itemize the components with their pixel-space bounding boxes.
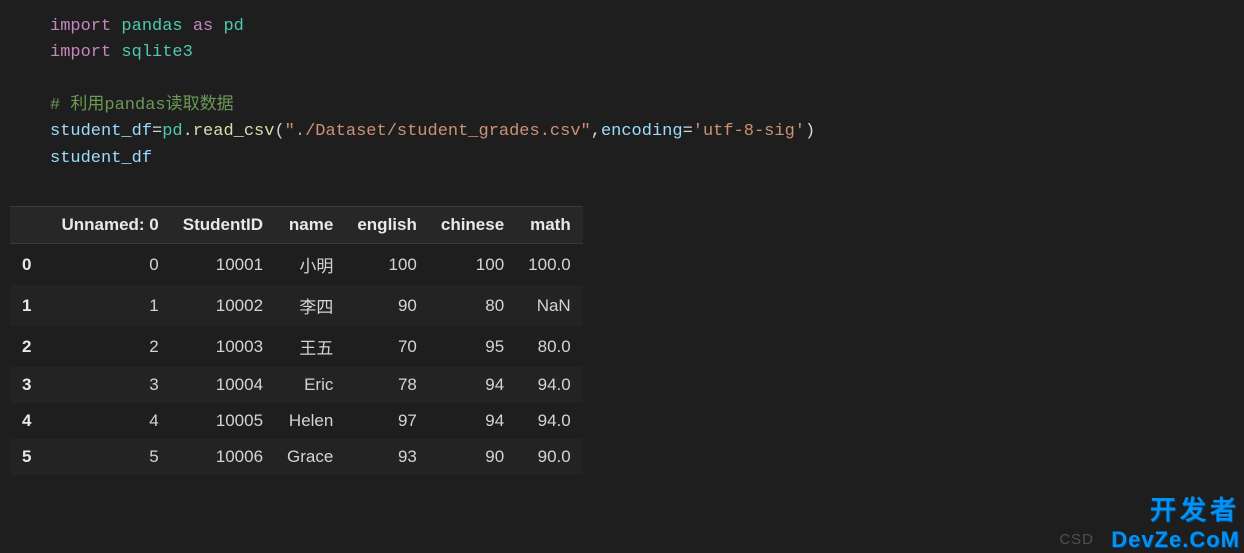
dataframe-table: Unnamed: 0 StudentID name english chines… [10,206,583,475]
cell: 80 [429,285,516,326]
keyword-import: import [50,17,111,36]
cell: 5 [49,439,170,475]
cell: 94 [429,403,516,439]
cell: 100 [345,244,429,286]
cell: 10003 [171,326,275,367]
col-header: math [516,207,583,244]
keyword-import: import [50,43,111,62]
cell: 94.0 [516,403,583,439]
row-index: 3 [10,367,49,403]
cell: 78 [345,367,429,403]
module-pandas: pandas [121,17,182,36]
table-row: 0010001小明100100100.0 [10,244,583,286]
cell: 94.0 [516,367,583,403]
output-area: Unnamed: 0 StudentID name english chines… [0,188,1244,475]
row-index: 2 [10,326,49,367]
cell: Eric [275,367,345,403]
code-line-4: # 利用pandas读取数据 [50,93,1244,119]
cell: 李四 [275,285,345,326]
notebook-cell: import pandas as pd import sqlite3 # 利用p… [0,0,1244,475]
row-index: 4 [10,403,49,439]
obj-pd: pd [162,122,182,141]
cell: 1 [49,285,170,326]
var-student-df: student_df [50,122,152,141]
table-row: 2210003王五709580.0 [10,326,583,367]
cell: 97 [345,403,429,439]
cell: 95 [429,326,516,367]
cell: 2 [49,326,170,367]
cell: 10005 [171,403,275,439]
comment: # 利用pandas读取数据 [50,96,234,115]
table-row: 1110002李四9080NaN [10,285,583,326]
cell: 10006 [171,439,275,475]
cell: 王五 [275,326,345,367]
table-row: 3310004Eric789494.0 [10,367,583,403]
cell: NaN [516,285,583,326]
cell: 0 [49,244,170,286]
cell: 100 [429,244,516,286]
code-line-3 [50,67,1244,93]
cell: 93 [345,439,429,475]
col-header: name [275,207,345,244]
row-index: 0 [10,244,49,286]
fn-read-csv: read_csv [193,122,275,141]
code-line-1: import pandas as pd [50,14,1244,40]
index-header [10,207,49,244]
alias-pd: pd [223,17,243,36]
cell: 70 [345,326,429,367]
table-row: 5510006Grace939090.0 [10,439,583,475]
cell: 小明 [275,244,345,286]
module-sqlite3: sqlite3 [121,43,192,62]
cell: 90.0 [516,439,583,475]
col-header: Unnamed: 0 [49,207,170,244]
string-encoding: 'utf-8-sig' [693,122,805,141]
var-student-df: student_df [50,149,152,168]
cell: 94 [429,367,516,403]
cell: Grace [275,439,345,475]
watermark-en: DevZe.CoM [1111,527,1240,553]
watermark-cn: 开发者 [1150,490,1240,527]
cell: 90 [345,285,429,326]
kwarg-encoding: encoding [601,122,683,141]
code-line-5: student_df=pd.read_csv("./Dataset/studen… [50,119,1244,145]
cell: 100.0 [516,244,583,286]
row-index: 5 [10,439,49,475]
code-line-6: student_df [50,146,1244,172]
table-row: 4410005Helen979494.0 [10,403,583,439]
keyword-as: as [193,17,213,36]
code-input[interactable]: import pandas as pd import sqlite3 # 利用p… [0,10,1244,188]
col-header: english [345,207,429,244]
table-header-row: Unnamed: 0 StudentID name english chines… [10,207,583,244]
watermark-csd: CSD [1059,531,1094,548]
cell: 4 [49,403,170,439]
cell: 10004 [171,367,275,403]
row-index: 1 [10,285,49,326]
cell: 90 [429,439,516,475]
col-header: chinese [429,207,516,244]
string-path: "./Dataset/student_grades.csv" [285,122,591,141]
cell: 3 [49,367,170,403]
code-line-2: import sqlite3 [50,40,1244,66]
col-header: StudentID [171,207,275,244]
cell: 10002 [171,285,275,326]
cell: Helen [275,403,345,439]
cell: 80.0 [516,326,583,367]
cell: 10001 [171,244,275,286]
